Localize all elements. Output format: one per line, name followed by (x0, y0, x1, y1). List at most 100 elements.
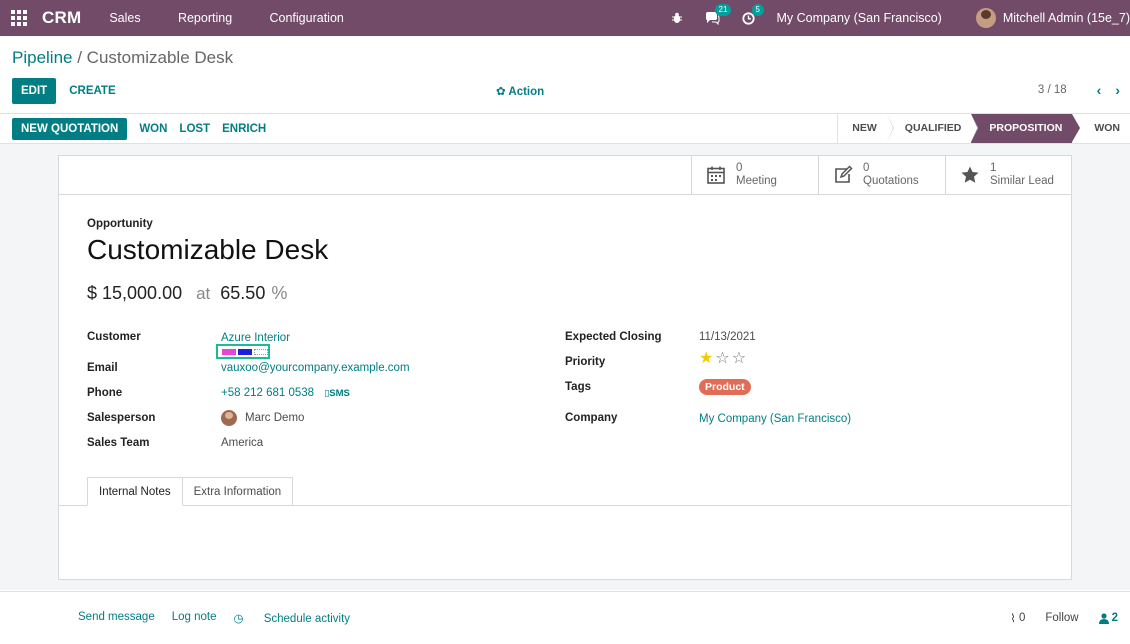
meeting-label: Meeting (736, 175, 777, 187)
breadcrumb-current: Customizable Desk (86, 48, 234, 67)
action-label: Action (508, 86, 545, 98)
follow-button[interactable]: Follow (1045, 612, 1078, 624)
pager: 3 / 18 ‹ › (1038, 83, 1120, 97)
email-field[interactable]: vauxoo@yourcompany.example.com (221, 362, 410, 374)
tab-extra-information[interactable]: Extra Information (182, 477, 294, 506)
log-note-button[interactable]: Log note (172, 611, 217, 625)
at-label: at (196, 284, 211, 303)
calendar-icon (707, 166, 725, 184)
attachments-count: 0 (1018, 612, 1026, 624)
top-navbar: CRM Sales Reporting Configuration 21 5 M… (0, 0, 1130, 36)
pager-value[interactable]: 3 / 18 (1038, 84, 1067, 96)
tab-internal-notes[interactable]: Internal Notes (87, 477, 183, 506)
gear-icon: ✿ (496, 86, 509, 98)
pager-next-icon[interactable]: › (1115, 83, 1120, 97)
company-label: Company (565, 412, 618, 424)
enrich-button[interactable]: ENRICH (222, 123, 266, 135)
won-button[interactable]: WON (139, 123, 167, 135)
customer-field[interactable]: Azure Interior (221, 332, 290, 344)
followers-button[interactable]: 2 (1098, 612, 1118, 624)
salesperson-field: Marc Demo (245, 412, 305, 425)
edit-button[interactable]: EDIT (12, 78, 57, 104)
tag-badge[interactable]: Product (699, 379, 751, 395)
user-menu[interactable]: Mitchell Admin (15e_7) (1003, 11, 1130, 25)
stage-pipeline: NEW QUALIFIED PROPOSITION WON (837, 114, 1130, 143)
quotations-count: 0 (863, 162, 870, 174)
pager-previous-icon[interactable]: ‹ (1097, 83, 1102, 97)
customer-label: Customer (87, 331, 141, 343)
similar-lead-count: 1 (990, 162, 997, 174)
probability[interactable]: 65.50 (220, 283, 265, 304)
bug-icon[interactable] (671, 12, 683, 24)
control-panel-buttons: EDIT CREATE (12, 78, 116, 104)
phone-field[interactable]: +58 212 681 0538 (221, 387, 314, 399)
activities-icon[interactable]: 5 (741, 3, 764, 25)
messages-icon[interactable]: 21 (705, 3, 732, 25)
paperclip-icon: ⌇ (1010, 613, 1016, 625)
similar-lead-smart-button[interactable]: 1 Similar Lead (945, 156, 1072, 194)
meeting-count: 0 (736, 162, 743, 174)
phone-row: +58 212 681 0538 ▯SMS (221, 387, 350, 399)
meeting-smart-button[interactable]: 0 Meeting (691, 156, 818, 194)
create-button[interactable]: CREATE (69, 85, 115, 97)
attachments-button[interactable]: ⌇ 0 (1010, 611, 1025, 625)
app-menu-icon[interactable] (0, 0, 38, 36)
action-menu[interactable]: ✿ Action (496, 84, 544, 98)
record-kind-label: Opportunity (87, 218, 153, 230)
schedule-activity-button[interactable]: ◷ Schedule activity (233, 611, 367, 625)
menu-reporting[interactable]: Reporting (178, 11, 232, 25)
chatter: Send message Log note ◷ Schedule activit… (0, 591, 1130, 644)
breadcrumb: Pipeline / Customizable Desk (12, 48, 233, 68)
opportunity-name[interactable]: Customizable Desk (87, 234, 328, 266)
user-avatar[interactable] (975, 8, 996, 28)
priority-star-2-icon[interactable]: ☆ (715, 350, 731, 367)
stage-won[interactable]: WON (1072, 114, 1130, 143)
smart-buttons-row: 0 Meeting 0 Quotations 1 Similar Lead (59, 156, 1071, 195)
company-field[interactable]: My Company (San Francisco) (699, 413, 851, 425)
similar-lead-label: Similar Lead (990, 175, 1054, 187)
color-swatches (216, 344, 270, 359)
salesperson-row[interactable]: Marc Demo (221, 410, 304, 426)
stage-proposition-label: PROPOSITION (989, 122, 1063, 134)
company-switcher[interactable]: My Company (San Francisco) (777, 11, 942, 25)
edit-icon (835, 165, 853, 183)
stage-proposition[interactable]: PROPOSITION (971, 114, 1081, 143)
breadcrumb-separator: / (72, 48, 87, 67)
app-name[interactable]: CRM (42, 8, 81, 28)
stage-new[interactable]: NEW (838, 114, 894, 143)
tags-label: Tags (565, 381, 591, 393)
menu-sales[interactable]: Sales (109, 11, 140, 25)
lost-button[interactable]: LOST (179, 123, 210, 135)
star-icon (961, 166, 979, 183)
magenta-swatch (222, 348, 236, 355)
breadcrumb-pipeline[interactable]: Pipeline (12, 48, 73, 67)
salesperson-avatar (221, 410, 237, 426)
status-bar: NEW QUOTATION WON LOST ENRICH NEW QUALIF… (0, 113, 1130, 144)
followers-icon (1098, 612, 1109, 624)
quotations-label: Quotations (863, 175, 919, 187)
expected-revenue[interactable]: $ 15,000.00 (87, 283, 182, 304)
stage-qualified[interactable]: QUALIFIED (886, 114, 978, 143)
send-message-button[interactable]: Send message (78, 611, 155, 625)
expected-closing-field[interactable]: 11/13/2021 (699, 331, 756, 343)
percent-sign: % (271, 283, 288, 303)
sales-team-field[interactable]: America (221, 437, 263, 449)
menu-configuration[interactable]: Configuration (270, 11, 344, 25)
activities-badge: 5 (751, 3, 764, 16)
white-swatch (254, 348, 268, 355)
salesperson-label: Salesperson (87, 412, 156, 424)
email-label: Email (87, 362, 118, 374)
revenue-row: $ 15,000.00 at 65.50 % (87, 283, 287, 304)
expected-closing-label: Expected Closing (565, 331, 662, 343)
priority-star-3-icon[interactable]: ☆ (732, 350, 748, 367)
priority-stars: ★☆☆ (699, 350, 748, 367)
sms-label: SMS (329, 388, 350, 399)
phone-label: Phone (87, 387, 123, 399)
blue-swatch (238, 348, 252, 355)
priority-star-1-icon[interactable]: ★ (699, 350, 715, 367)
sms-button[interactable]: ▯SMS (324, 388, 350, 399)
new-quotation-button[interactable]: NEW QUOTATION (12, 118, 128, 140)
quotations-smart-button[interactable]: 0 Quotations (818, 156, 945, 194)
notebook-tabs: Internal Notes Extra Information (87, 477, 294, 506)
form-sheet: 0 Meeting 0 Quotations 1 Similar Lead Oppor… (58, 155, 1072, 580)
